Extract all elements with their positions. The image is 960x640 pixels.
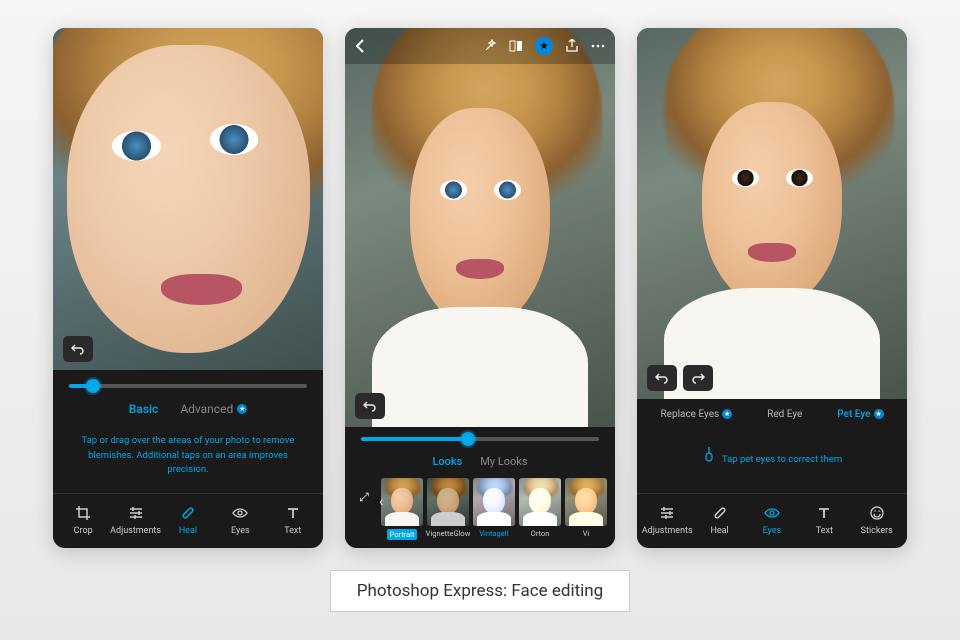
sliders-icon xyxy=(128,504,144,522)
mode-pet-eye[interactable]: Pet Eye ★ xyxy=(837,409,883,420)
tap-icon xyxy=(702,446,716,462)
nav-stickers[interactable]: Stickers xyxy=(852,504,902,536)
share-icon[interactable] xyxy=(565,39,579,53)
tab-looks[interactable]: Looks xyxy=(432,455,462,468)
look-label: Orton xyxy=(531,529,550,538)
photo-canvas[interactable] xyxy=(637,28,907,399)
figure-caption: Photoshop Express: Face editing xyxy=(330,570,630,612)
redo-button[interactable] xyxy=(683,365,713,391)
heal-size-slider[interactable] xyxy=(69,384,307,388)
premium-badge-icon: ★ xyxy=(237,404,247,414)
eyes-hint: Tap pet eyes to correct them xyxy=(637,426,907,493)
screen-heal: Basic Advanced ★ Tap or drag over the ar… xyxy=(53,28,323,548)
nav-label: Adjustments xyxy=(110,526,161,536)
nav-label: Text xyxy=(816,526,833,536)
look-label: VignetteGlow xyxy=(426,529,471,538)
mode-label: Replace Eyes xyxy=(661,409,720,420)
nav-eyes[interactable]: Eyes xyxy=(215,504,265,536)
tab-advanced-label: Advanced xyxy=(180,402,233,416)
look-label: Vi xyxy=(583,529,590,538)
bottom-nav: Crop Adjustments Heal Eyes Text xyxy=(53,493,323,548)
nav-label: Eyes xyxy=(231,526,250,536)
tab-basic[interactable]: Basic xyxy=(129,402,159,416)
nav-label: Eyes xyxy=(763,526,782,536)
nav-label: Adjustments xyxy=(642,526,693,536)
premium-badge-icon: ★ xyxy=(722,409,732,419)
nav-label: Heal xyxy=(179,526,197,536)
undo-button[interactable] xyxy=(63,336,93,362)
photo-canvas[interactable] xyxy=(345,28,615,427)
bandaid-icon xyxy=(712,504,728,522)
top-toolbar: ★ xyxy=(345,28,615,64)
look-vignette-partial[interactable]: Vi xyxy=(565,478,607,538)
nav-label: Heal xyxy=(710,526,728,536)
nav-crop[interactable]: Crop xyxy=(58,504,108,536)
look-orton[interactable]: Orton xyxy=(519,478,561,538)
text-icon xyxy=(285,504,301,522)
looks-panel: Looks My Looks ⤢ ‹ Portrait VignetteGlow… xyxy=(345,427,615,548)
premium-star-icon[interactable]: ★ xyxy=(535,37,553,55)
look-label: VintageII xyxy=(479,529,509,538)
looks-strip[interactable]: ⤢ ‹ Portrait VignetteGlow VintageII Orto… xyxy=(345,474,615,548)
heal-hint-text: Tap or drag over the areas of your photo… xyxy=(53,426,323,493)
look-vintageii[interactable]: VintageII xyxy=(473,478,515,538)
tab-mylooks[interactable]: My Looks xyxy=(480,455,527,468)
look-vignetteglow[interactable]: VignetteGlow xyxy=(427,478,469,538)
mode-replace-eyes[interactable]: Replace Eyes ★ xyxy=(661,409,733,420)
nav-label: Crop xyxy=(74,526,93,536)
bottom-nav: Adjustments Heal Eyes Text Stickers xyxy=(637,493,907,548)
tab-advanced[interactable]: Advanced ★ xyxy=(180,402,247,416)
look-label: Portrait xyxy=(387,529,418,540)
screen-looks: ★ Looks My Looks ⤢ xyxy=(345,28,615,548)
mode-label: Pet Eye xyxy=(837,409,870,420)
nav-adjustments[interactable]: Adjustments xyxy=(642,504,692,536)
expand-looks-icon[interactable]: ⤢ xyxy=(351,478,377,516)
magic-wand-icon[interactable] xyxy=(483,39,497,53)
chevron-left-icon[interactable]: ‹ xyxy=(379,494,383,510)
undo-button[interactable] xyxy=(647,365,677,391)
bandaid-icon xyxy=(180,504,196,522)
heal-panel: Basic Advanced ★ Tap or drag over the ar… xyxy=(53,370,323,548)
nav-label: Text xyxy=(284,526,301,536)
sticker-icon xyxy=(869,504,885,522)
crop-icon xyxy=(75,504,91,522)
back-button[interactable] xyxy=(355,39,365,53)
mode-red-eye[interactable]: Red Eye xyxy=(767,409,802,420)
text-icon xyxy=(816,504,832,522)
nav-eyes[interactable]: Eyes xyxy=(747,504,797,536)
nav-adjustments[interactable]: Adjustments xyxy=(111,504,161,536)
compare-icon[interactable] xyxy=(509,39,523,53)
screens-row: Basic Advanced ★ Tap or drag over the ar… xyxy=(53,28,907,548)
eye-icon xyxy=(232,504,248,522)
eye-icon xyxy=(764,504,780,522)
nav-text[interactable]: Text xyxy=(799,504,849,536)
eyes-hint-text: Tap pet eyes to correct them xyxy=(722,454,842,465)
sliders-icon xyxy=(659,504,675,522)
nav-label: Stickers xyxy=(861,526,893,536)
screen-eyes: Replace Eyes ★ Red Eye Pet Eye ★ Tap pet… xyxy=(637,28,907,548)
premium-badge-icon: ★ xyxy=(874,409,884,419)
undo-button[interactable] xyxy=(355,393,385,419)
eyes-panel: Replace Eyes ★ Red Eye Pet Eye ★ Tap pet… xyxy=(637,399,907,548)
nav-heal[interactable]: Heal xyxy=(695,504,745,536)
more-icon[interactable] xyxy=(591,44,605,48)
look-portrait[interactable]: Portrait xyxy=(381,478,423,540)
nav-text[interactable]: Text xyxy=(268,504,318,536)
nav-heal[interactable]: Heal xyxy=(163,504,213,536)
look-intensity-slider[interactable] xyxy=(361,437,599,441)
photo-canvas[interactable] xyxy=(53,28,323,370)
